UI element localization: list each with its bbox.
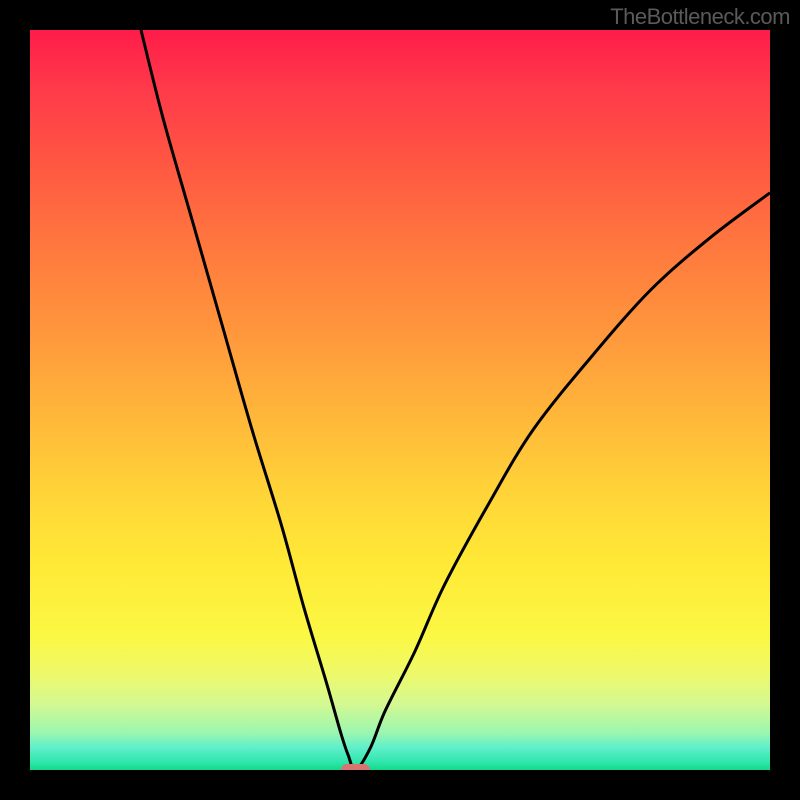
curve-svg bbox=[30, 30, 770, 770]
optimal-marker bbox=[341, 764, 371, 770]
attribution-text: TheBottleneck.com bbox=[610, 4, 790, 30]
bottleneck-curve bbox=[141, 30, 770, 770]
plot-area bbox=[30, 30, 770, 770]
chart-container: TheBottleneck.com bbox=[0, 0, 800, 800]
